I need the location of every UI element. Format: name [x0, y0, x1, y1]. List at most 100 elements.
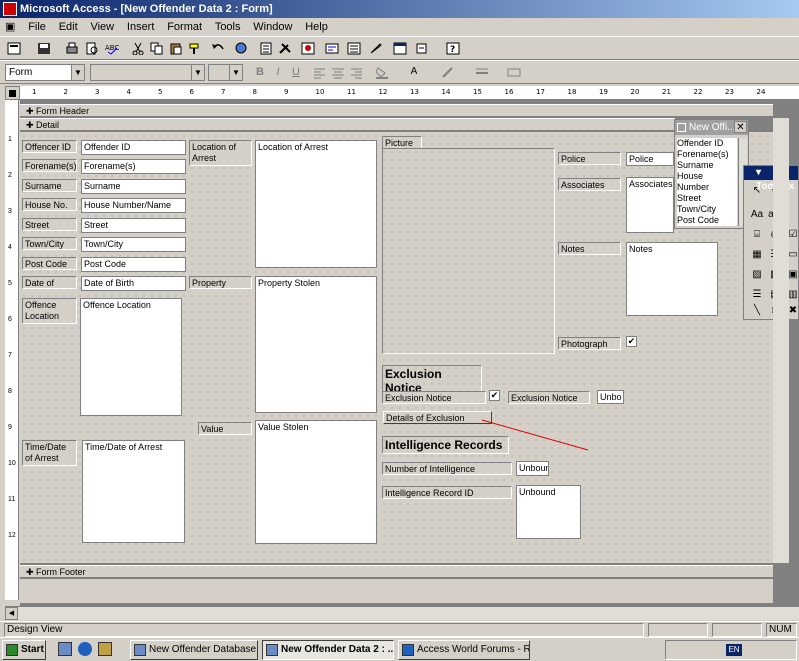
menu-tools[interactable]: Tools	[210, 18, 246, 36]
field-list-item[interactable]: Post Code	[677, 215, 737, 226]
form-header-bar[interactable]: ✚ Form Header	[20, 104, 773, 117]
line-tool-icon[interactable]: ╲	[750, 304, 764, 318]
chevron-down-icon[interactable]: ▼	[229, 65, 242, 80]
detail-bar[interactable]: ✚ Detail	[20, 118, 675, 131]
location-arrest-field[interactable]: Location of Arrest	[255, 140, 377, 268]
build-icon[interactable]	[368, 41, 384, 56]
code-icon[interactable]	[324, 41, 340, 56]
form-footer-bar[interactable]: ✚ Form Footer	[20, 565, 773, 578]
field-list-item[interactable]: Forename(s)	[677, 149, 737, 160]
notes-label[interactable]: Notes	[558, 242, 621, 255]
exclusion-issued-checkbox[interactable]: ✔	[489, 390, 500, 401]
property-stolen-label[interactable]: Property Stolen	[189, 276, 252, 289]
notes-field[interactable]: Notes	[626, 242, 718, 316]
paste-icon[interactable]	[168, 41, 184, 56]
help-icon[interactable]: ?	[445, 41, 461, 56]
offender-id-label[interactable]: Offencer ID	[22, 140, 77, 153]
exclusion-details-button[interactable]: Details of Exclusion Notice	[383, 411, 492, 424]
police-nominal-field[interactable]: Police Nom	[626, 152, 674, 166]
field-list-icon[interactable]	[258, 41, 274, 56]
photograph-checkbox[interactable]: ✔	[626, 336, 637, 347]
cut-icon[interactable]	[130, 41, 146, 56]
field-list-item[interactable]: Town/City	[677, 204, 737, 215]
offence-location-label[interactable]: Offence Location	[22, 298, 77, 324]
field-list-item[interactable]: Surname	[677, 160, 737, 171]
form-control-icon[interactable]: ▣	[0, 18, 20, 36]
field-list-titlebar[interactable]: New Offi... ✕	[675, 120, 748, 135]
view-icon[interactable]	[6, 41, 22, 56]
time-date-arrest-field[interactable]: Time/Date of Arrest	[82, 440, 185, 543]
exclusion-issued-label[interactable]: Exclusion Notice Issued?	[382, 391, 486, 404]
post-code-label[interactable]: Post Code	[22, 257, 77, 270]
menu-format[interactable]: Format	[162, 18, 207, 36]
intel-ids-field[interactable]: Unbound	[516, 485, 581, 539]
print-preview-icon[interactable]	[84, 41, 100, 56]
intel-number-field[interactable]: Unbound	[516, 461, 549, 476]
task-new-offender-database[interactable]: New Offender Database :...	[130, 640, 258, 660]
form-vertical-scrollbar[interactable]	[773, 118, 789, 563]
value-stolen-field[interactable]: Value Stolen	[255, 420, 377, 544]
toolbox-window[interactable]: ▾ Toolbox ↖ ✷ Aa ab| ⌸ ◉ ☑ ▦ ☷ ▭ ▨ ▩ ▣ ☰…	[743, 165, 799, 320]
object-combo[interactable]: Form ▼	[5, 64, 85, 81]
surname-label[interactable]: Surname	[22, 179, 77, 192]
toolbox-titlebar[interactable]: ▾ Toolbox	[744, 166, 798, 192]
photograph-label[interactable]: Photograph	[558, 337, 621, 350]
fill-color-icon[interactable]	[374, 65, 390, 80]
exclusion-id-field[interactable]: Unbo	[597, 390, 624, 404]
image-tool-icon[interactable]: ▨	[750, 268, 764, 282]
town-city-label[interactable]: Town/City	[22, 237, 77, 250]
property-stolen-field[interactable]: Property Stolen	[255, 276, 377, 413]
street-field[interactable]: Street	[81, 218, 186, 233]
date-of-birth-label[interactable]: Date of Birth	[22, 276, 77, 289]
scroll-left-icon[interactable]: ◀	[5, 607, 18, 620]
desktop-icon[interactable]	[58, 642, 72, 656]
size-combo[interactable]: ▼	[208, 64, 243, 81]
value-stolen-label[interactable]: Value Stolen	[198, 422, 252, 435]
menu-edit[interactable]: Edit	[54, 18, 83, 36]
surname-field[interactable]: Surname	[81, 179, 186, 194]
page-break-icon[interactable]: ☰	[750, 288, 764, 302]
associates-field[interactable]: Associates	[626, 177, 674, 233]
align-center-icon[interactable]	[330, 65, 346, 80]
form-selector[interactable]	[5, 86, 20, 100]
align-right-icon[interactable]	[348, 65, 364, 80]
properties-icon[interactable]	[346, 41, 362, 56]
field-list-item[interactable]: Offender ID	[677, 138, 737, 149]
bold-icon[interactable]: B	[252, 65, 268, 80]
print-icon[interactable]	[64, 41, 80, 56]
field-list-item[interactable]: Street	[677, 193, 737, 204]
task-new-offender-data-2[interactable]: New Offender Data 2 : ...	[262, 640, 394, 660]
font-combo[interactable]: ▼	[90, 64, 205, 81]
offender-id-field[interactable]: Offender ID	[81, 140, 186, 155]
toolbox-icon[interactable]	[277, 41, 293, 56]
italic-icon[interactable]: I	[270, 65, 286, 80]
close-icon[interactable]: ✕	[734, 121, 747, 133]
ie-icon[interactable]	[78, 642, 92, 656]
intel-ids-label[interactable]: Intelligence Record ID Numbers	[382, 486, 512, 499]
menu-window[interactable]: Window	[248, 18, 297, 36]
database-window-icon[interactable]	[392, 41, 408, 56]
combo-box-icon[interactable]: ▦	[750, 248, 764, 262]
offence-location-field[interactable]: Offence Location	[80, 298, 182, 416]
line-width-icon[interactable]	[474, 65, 490, 80]
language-indicator[interactable]: EN	[726, 644, 742, 656]
hyperlink-icon[interactable]	[233, 41, 249, 56]
copy-icon[interactable]	[149, 41, 165, 56]
format-painter-icon[interactable]	[187, 41, 203, 56]
time-date-arrest-label[interactable]: Time/Date of Arrest	[22, 440, 77, 466]
chevron-down-icon[interactable]: ▼	[71, 65, 84, 80]
house-no-field[interactable]: House Number/Name	[81, 198, 186, 213]
chevron-down-icon[interactable]: ▼	[191, 65, 204, 80]
house-no-label[interactable]: House No.	[22, 198, 77, 211]
font-color-icon[interactable]: A	[406, 65, 422, 80]
forename-label[interactable]: Forename(s)	[22, 159, 77, 172]
associates-label[interactable]: Associates	[558, 178, 621, 191]
street-label[interactable]: Street	[22, 218, 77, 231]
police-nominal-label[interactable]: Police Nominal	[558, 152, 621, 165]
menu-view[interactable]: View	[85, 18, 119, 36]
picture-frame[interactable]	[382, 148, 555, 354]
field-list-item[interactable]: House Number	[677, 171, 737, 193]
menu-insert[interactable]: Insert	[122, 18, 160, 36]
intel-number-label[interactable]: Number of Intelligence Records	[382, 462, 512, 475]
autoformat-icon[interactable]	[300, 41, 316, 56]
